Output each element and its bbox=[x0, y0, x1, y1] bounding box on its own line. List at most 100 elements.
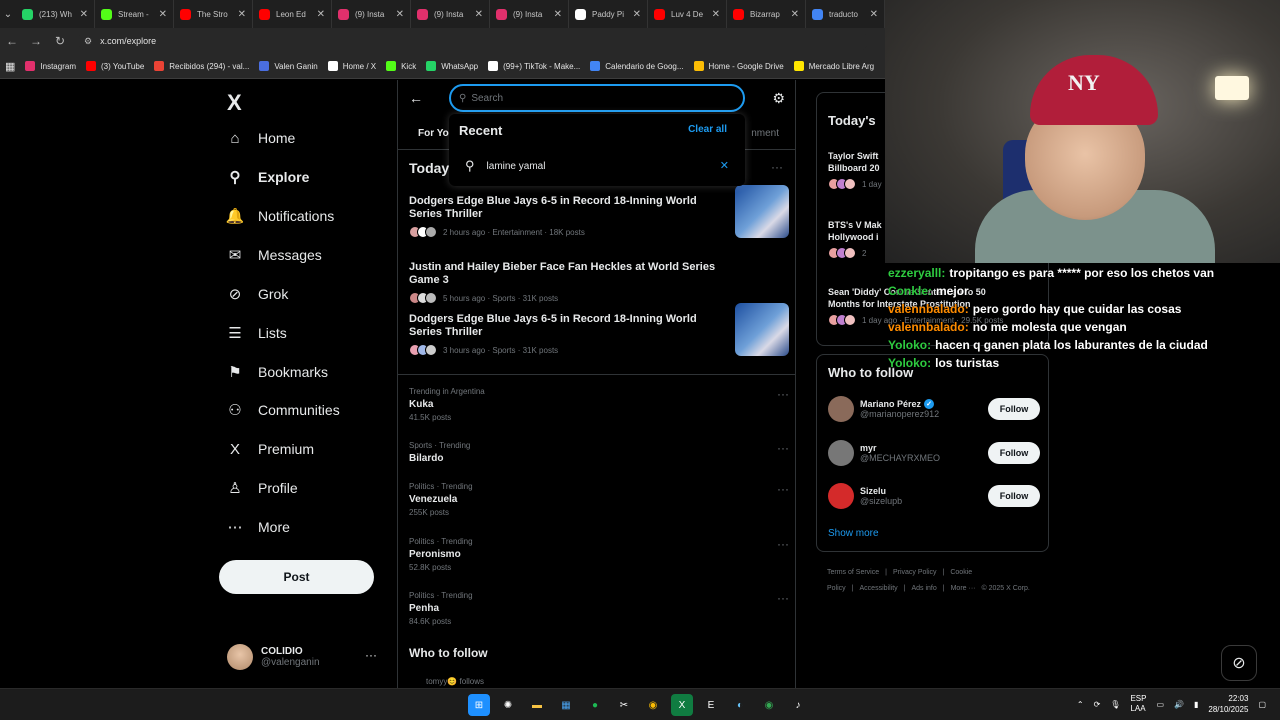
account-switcher[interactable]: COLIDIO @valenganin ··· bbox=[227, 642, 387, 672]
browser-tab[interactable]: Leon Ed ✕ bbox=[253, 0, 332, 28]
chrome-active-icon[interactable]: ◉ bbox=[758, 694, 780, 716]
browser-tab[interactable]: Bizarrap ✕ bbox=[727, 0, 806, 28]
trend-item[interactable]: Trending in Argentina Kuka 41.5K posts ··· bbox=[409, 387, 789, 422]
tray-chevron-icon[interactable]: ⌃ bbox=[1077, 700, 1084, 709]
bookmark-item[interactable]: (99+) TikTok - Make... bbox=[483, 61, 585, 71]
clear-all-button[interactable]: Clear all bbox=[688, 124, 727, 135]
tab-close-icon[interactable]: ✕ bbox=[396, 9, 404, 20]
back-arrow-icon[interactable]: ← bbox=[409, 90, 423, 106]
file-explorer-icon[interactable]: ▬ bbox=[526, 694, 548, 716]
bookmark-item[interactable]: Calendario de Goog... bbox=[585, 61, 688, 71]
follow-suggestion[interactable]: myr @MECHAYRXMEO Follow bbox=[828, 437, 1040, 469]
nav-item-lists[interactable]: ☰ Lists bbox=[227, 325, 287, 342]
tab-entertainment[interactable]: nment bbox=[751, 128, 779, 139]
start-icon[interactable]: ⊞ bbox=[468, 694, 490, 716]
search-input[interactable] bbox=[471, 92, 712, 104]
trend-item[interactable]: Politics · Trending Peronismo 52.8K posts ·… bbox=[409, 537, 789, 572]
tab-search-icon[interactable]: ⌄ bbox=[0, 4, 16, 24]
settings-gear-icon[interactable]: ⚙ bbox=[772, 90, 785, 107]
browser-tab[interactable]: traducto ✕ bbox=[806, 0, 885, 28]
footer-link[interactable]: More ··· bbox=[951, 585, 976, 592]
capcut-icon[interactable]: ✂ bbox=[613, 694, 635, 716]
nav-item-home[interactable]: ⌂ Home bbox=[227, 130, 295, 147]
volume-icon[interactable]: 🔊 bbox=[1174, 700, 1184, 709]
nav-item-notifications[interactable]: 🔔 Notifications bbox=[226, 208, 335, 225]
today-more-icon[interactable]: ··· bbox=[771, 160, 783, 174]
bookmark-item[interactable]: Kick bbox=[381, 61, 421, 71]
system-clock[interactable]: 22:03 28/10/2025 bbox=[1208, 693, 1248, 715]
footer-link[interactable]: Accessibility bbox=[860, 585, 898, 592]
news-story[interactable]: Dodgers Edge Blue Jays 6-5 in Record 18-… bbox=[409, 303, 789, 356]
footer-link[interactable]: Ads info bbox=[911, 585, 936, 592]
follow-suggestion[interactable]: Sizelu @sizelupb Follow bbox=[828, 480, 1040, 512]
follow-suggestion[interactable]: Mariano Pérez ✓ @marianoperez912 Follow bbox=[828, 393, 1040, 425]
follow-button[interactable]: Follow bbox=[988, 442, 1040, 464]
nav-item-premium[interactable]: X Premium bbox=[227, 441, 314, 458]
bookmark-item[interactable]: (3) YouTube bbox=[81, 61, 149, 71]
trend-more-icon[interactable]: ··· bbox=[777, 537, 789, 551]
show-more-link[interactable]: Show more bbox=[828, 528, 879, 539]
browser-tab[interactable]: The Stro ✕ bbox=[174, 0, 253, 28]
steam-icon[interactable]: ◐ bbox=[729, 694, 751, 716]
chrome-icon[interactable]: ◉ bbox=[642, 694, 664, 716]
trend-item[interactable]: Politics · Trending Penha 84.6K posts ··· bbox=[409, 591, 789, 626]
browser-tab[interactable]: (9) Insta ✕ bbox=[411, 0, 490, 28]
back-icon[interactable]: ← bbox=[0, 34, 24, 48]
tab-close-icon[interactable]: ✕ bbox=[554, 9, 562, 20]
nav-item-grok[interactable]: ⊘ Grok bbox=[227, 286, 289, 303]
grok-floating-icon[interactable]: ⊘ bbox=[1221, 645, 1257, 681]
bookmark-item[interactable]: WhatsApp bbox=[421, 61, 483, 71]
tab-close-icon[interactable]: ✕ bbox=[712, 9, 720, 20]
browser-tab[interactable]: (213) Wh ✕ bbox=[16, 0, 95, 28]
site-info-icon[interactable]: ⚙ bbox=[84, 36, 92, 47]
footer-link[interactable]: Terms of Service bbox=[827, 569, 879, 576]
copilot-icon[interactable]: ✺ bbox=[497, 694, 519, 716]
tab-close-icon[interactable]: ✕ bbox=[475, 9, 483, 20]
nav-item-messages[interactable]: ✉ Messages bbox=[227, 247, 322, 264]
nav-item-bookmarks[interactable]: ⚑ Bookmarks bbox=[227, 364, 328, 381]
forward-icon[interactable]: → bbox=[24, 34, 48, 48]
tab-close-icon[interactable]: ✕ bbox=[791, 9, 799, 20]
x-logo-icon[interactable]: X bbox=[227, 90, 242, 116]
tab-close-icon[interactable]: ✕ bbox=[870, 9, 878, 20]
bookmark-item[interactable]: Home / X bbox=[323, 61, 381, 71]
refresh-icon[interactable]: ⟳ bbox=[1094, 700, 1101, 709]
epic-games-icon[interactable]: E bbox=[700, 694, 722, 716]
microphone-icon[interactable]: 🎙 bbox=[1110, 700, 1120, 709]
apps-icon[interactable]: ▦ bbox=[0, 60, 20, 73]
recent-search-item[interactable]: ⚲ lamine yamal bbox=[465, 158, 545, 174]
post-button[interactable]: Post bbox=[219, 560, 374, 594]
follow-button[interactable]: Follow bbox=[988, 398, 1040, 420]
store-icon[interactable]: ▦ bbox=[555, 694, 577, 716]
excel-icon[interactable]: X bbox=[671, 694, 693, 716]
trend-more-icon[interactable]: ··· bbox=[777, 387, 789, 401]
tiktok-icon[interactable]: ♪ bbox=[787, 694, 809, 716]
battery-icon[interactable]: ▮ bbox=[1194, 700, 1198, 709]
browser-tab[interactable]: (9) Insta ✕ bbox=[490, 0, 569, 28]
bookmark-item[interactable]: Valen Ganin bbox=[254, 61, 322, 71]
browser-tab[interactable]: (9) Insta ✕ bbox=[332, 0, 411, 28]
url-field[interactable]: ⚙ x.com/explore bbox=[78, 31, 868, 51]
remove-recent-icon[interactable]: ✕ bbox=[720, 159, 729, 172]
tab-close-icon[interactable]: ✕ bbox=[159, 9, 167, 20]
news-story[interactable]: Justin and Hailey Bieber Face Fan Heckle… bbox=[409, 261, 789, 304]
trend-item[interactable]: Politics · Trending Venezuela 255K posts ··… bbox=[409, 482, 789, 517]
bookmark-item[interactable]: Instagram bbox=[20, 61, 81, 71]
notifications-icon[interactable]: ▢ bbox=[1258, 700, 1266, 709]
spotify-icon[interactable]: ● bbox=[584, 694, 606, 716]
network-icon[interactable]: ▭ bbox=[1156, 700, 1164, 709]
tab-close-icon[interactable]: ✕ bbox=[633, 9, 641, 20]
tab-close-icon[interactable]: ✕ bbox=[317, 9, 325, 20]
tab-close-icon[interactable]: ✕ bbox=[238, 9, 246, 20]
follow-button[interactable]: Follow bbox=[988, 485, 1040, 507]
trend-item[interactable]: Sports · Trending Bilardo ··· bbox=[409, 441, 789, 467]
browser-tab[interactable]: Stream - ✕ bbox=[95, 0, 174, 28]
footer-link[interactable]: Privacy Policy bbox=[893, 569, 937, 576]
trend-more-icon[interactable]: ··· bbox=[777, 591, 789, 605]
browser-tab[interactable]: Luv 4 De ✕ bbox=[648, 0, 727, 28]
trend-more-icon[interactable]: ··· bbox=[777, 441, 789, 455]
nav-item-communities[interactable]: ⚇ Communities bbox=[227, 402, 339, 419]
nav-item-more[interactable]: ⋯ More bbox=[227, 519, 290, 536]
language-indicator[interactable]: ESP LAA bbox=[1130, 694, 1146, 714]
search-box[interactable]: ⚲ bbox=[449, 84, 745, 112]
